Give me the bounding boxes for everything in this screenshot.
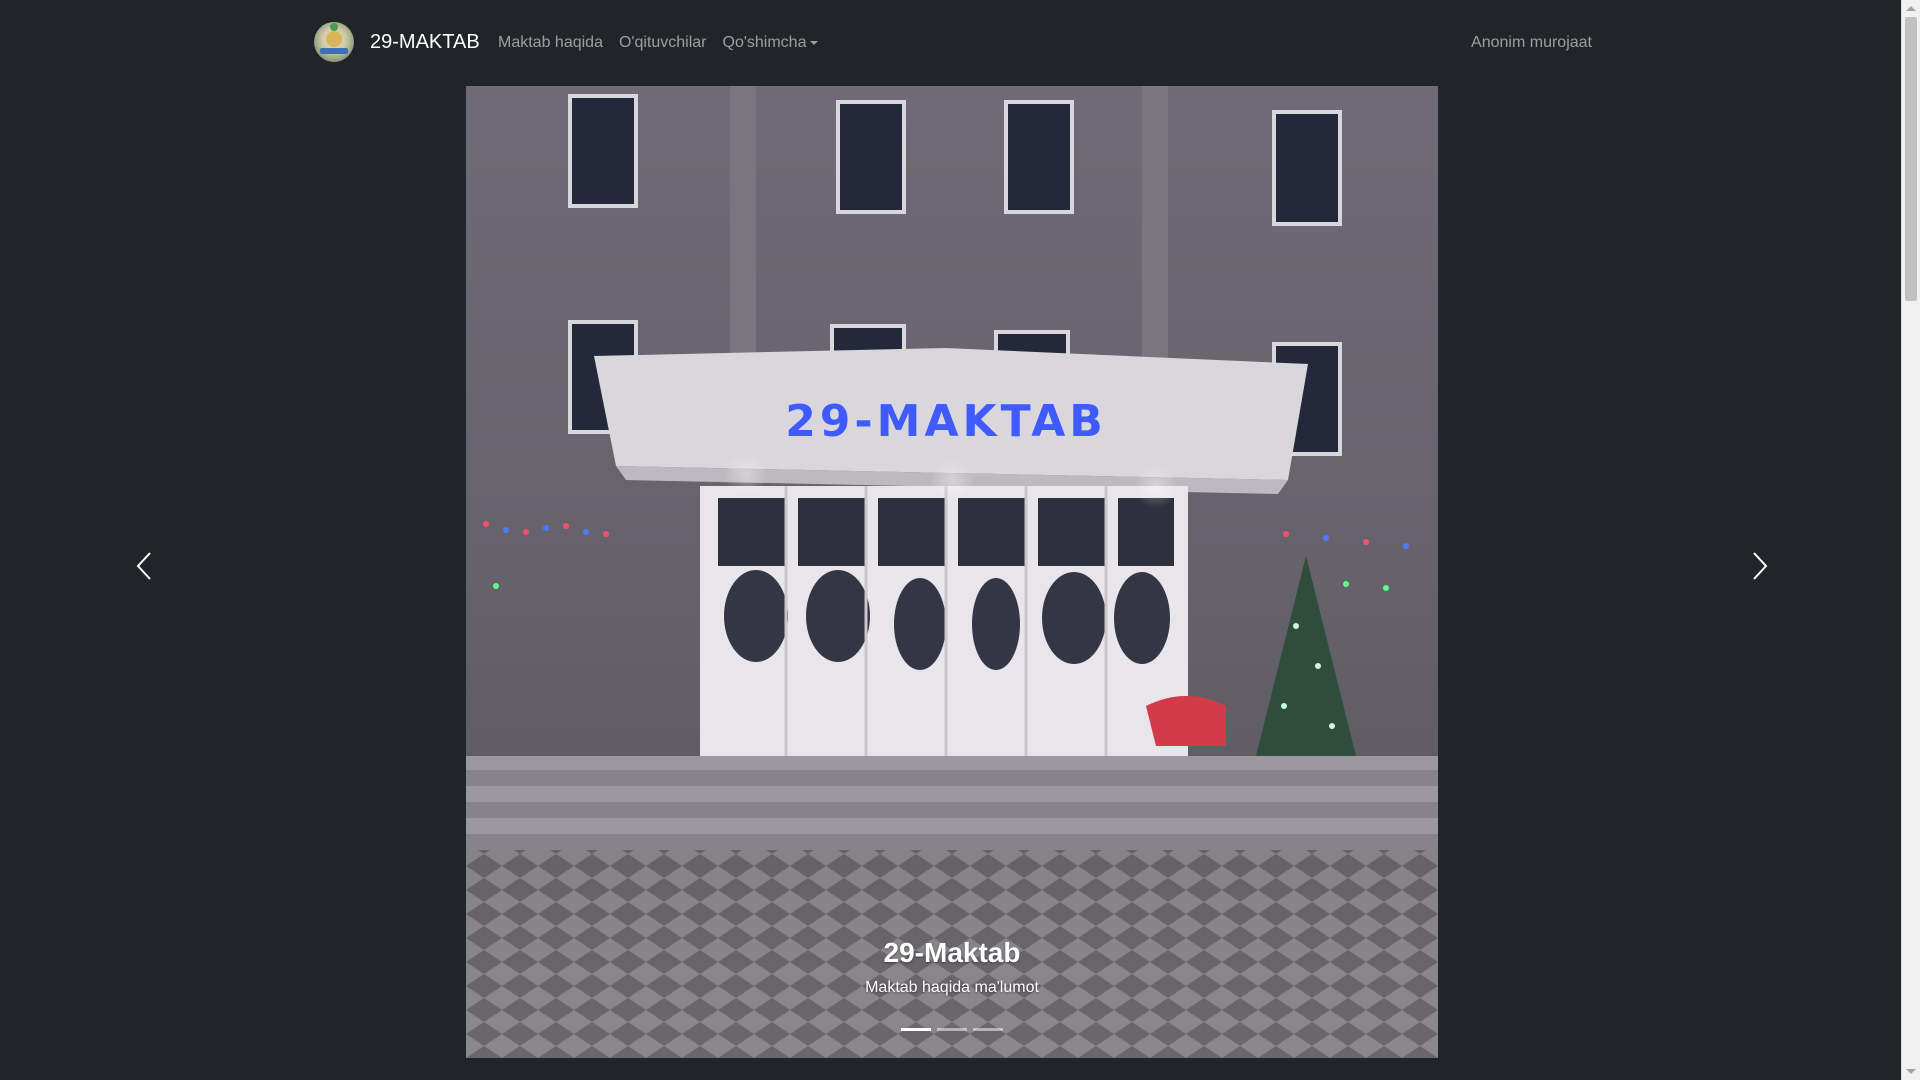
scroll-down-icon[interactable]: [1906, 1069, 1916, 1074]
nav-dropdown-label: Qo'shimcha: [722, 34, 807, 51]
carousel-indicator-1[interactable]: [901, 1028, 931, 1031]
page-scrollbar[interactable]: [1901, 0, 1920, 1080]
top-navbar: 29-MAKTAB Maktab haqida O'qituvchilar Qo…: [0, 0, 1902, 86]
carousel-caption: 29-Maktab Maktab haqida ma'lumot: [466, 936, 1438, 998]
carousel-indicators: [466, 1028, 1438, 1031]
caret-down-icon: [810, 41, 819, 45]
scroll-thumb[interactable]: [1905, 17, 1917, 301]
school-emblem-icon: [314, 22, 354, 62]
carousel-slide: 29-MAKTAB 29-Maktab Maktab haqida ma'lum…: [466, 86, 1438, 1058]
nav-link-anonymous-appeal[interactable]: Anonim murojaat: [1471, 34, 1592, 52]
nav-links: Maktab haqida O'qituvchilar Qo'shimcha: [498, 34, 826, 52]
nav-link-teachers[interactable]: O'qituvchilar: [611, 34, 715, 52]
carousel-indicator-3[interactable]: [973, 1028, 1003, 1031]
hero-carousel: 29-MAKTAB 29-Maktab Maktab haqida ma'lum…: [0, 86, 1902, 1058]
nav-link-about[interactable]: Maktab haqida: [498, 34, 611, 52]
scroll-up-icon[interactable]: [1906, 6, 1916, 11]
brand-title: 29-MAKTAB: [370, 31, 480, 53]
school-entrance-photo: 29-MAKTAB: [466, 86, 1438, 1058]
carousel-prev-button[interactable]: [124, 546, 164, 586]
caption-subtitle: Maktab haqida ma'lumot: [865, 979, 1039, 996]
caption-title: 29-Maktab: [883, 937, 1021, 968]
entrance-sign-text: 29-MAKTAB: [785, 396, 1107, 447]
brand-link[interactable]: 29-MAKTAB: [314, 22, 480, 62]
nav-dropdown-extra[interactable]: Qo'shimcha: [715, 34, 827, 52]
chevron-left-icon: [136, 552, 151, 580]
page: 29-MAKTAB Maktab haqida O'qituvchilar Qo…: [0, 0, 1920, 1080]
carousel-indicator-2[interactable]: [937, 1028, 967, 1031]
chevron-right-icon: [1753, 552, 1768, 580]
carousel-next-button[interactable]: [1740, 546, 1780, 586]
